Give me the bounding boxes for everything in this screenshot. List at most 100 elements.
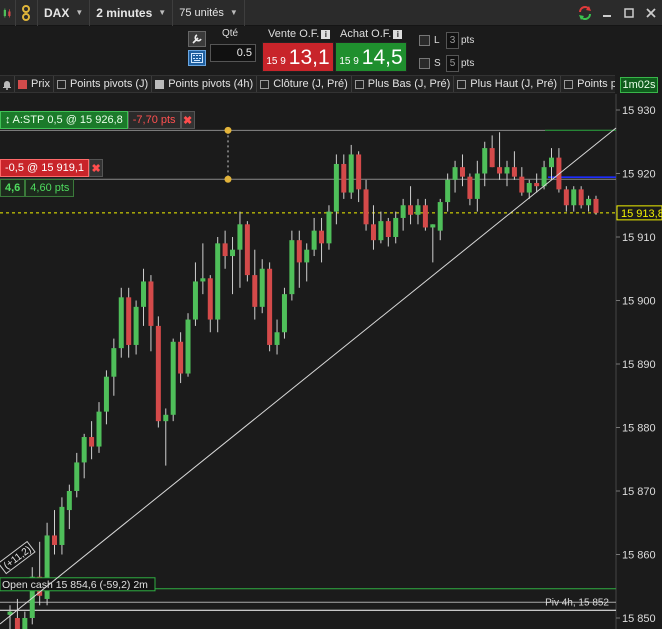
limit-checkbox[interactable] — [419, 35, 430, 46]
indicator-checkbox[interactable] — [155, 79, 165, 89]
indicator-checkbox[interactable] — [354, 79, 364, 89]
price-axis-label: 15 870 — [622, 486, 656, 498]
info-icon[interactable]: i — [321, 29, 331, 39]
candle — [170, 338, 176, 422]
candle-body — [252, 275, 258, 307]
bell-icon[interactable] — [0, 76, 15, 92]
candle — [185, 313, 191, 377]
candle-body — [489, 148, 495, 168]
candle-body — [400, 205, 406, 218]
wrench-icon[interactable] — [188, 31, 206, 47]
sell-label: Vente O.F. i — [268, 28, 331, 40]
price-axis-label: 15 880 — [622, 423, 656, 435]
candle — [289, 230, 295, 301]
indicator-toggle[interactable]: Points pivots (J) — [54, 76, 153, 92]
candle — [341, 154, 347, 199]
candle-body — [267, 268, 273, 345]
indicator-label: Prix — [31, 78, 50, 90]
candle-body — [504, 167, 510, 174]
candle — [452, 160, 458, 193]
indicator-label: Points pivots (J) — [69, 78, 149, 90]
limit-order-label[interactable]: -0,5 @ 15 919,1 ✖ — [0, 159, 104, 177]
candle — [59, 497, 65, 555]
candle-body — [52, 535, 58, 545]
candle — [103, 370, 109, 425]
candle-body — [207, 278, 213, 320]
candle-body — [200, 278, 206, 282]
stop-pts-label: pts — [461, 58, 475, 69]
close-order-icon[interactable]: ✖ — [180, 111, 195, 129]
candle — [519, 167, 525, 196]
sell-label-text: Vente O.F. — [268, 28, 320, 40]
indicator-checkbox[interactable] — [260, 79, 270, 89]
candle — [222, 230, 228, 269]
candle — [311, 217, 317, 257]
instrument-selector[interactable]: DAX ▼ — [38, 0, 91, 26]
close-order-icon[interactable]: ✖ — [89, 159, 104, 177]
trend-tag: (+11,2) — [0, 540, 36, 575]
candle-body — [126, 297, 132, 345]
candle — [304, 243, 310, 282]
candle — [504, 160, 510, 187]
candle-body — [163, 414, 169, 422]
candle — [244, 221, 250, 282]
candle — [319, 217, 325, 263]
limit-pts-input[interactable]: 3 — [446, 32, 459, 49]
indicator-checkbox[interactable] — [457, 79, 467, 89]
buy-button[interactable]: 15 9 14,5 — [335, 42, 407, 72]
refresh-icon[interactable] — [574, 0, 596, 26]
indicator-toggle[interactable]: Points pivots (4h) — [152, 76, 258, 92]
candle-body — [430, 224, 436, 228]
indicator-toggle[interactable]: Points piv — [561, 76, 615, 92]
candle-body — [356, 154, 362, 190]
units-selector[interactable]: 75 unités ▼ — [173, 0, 245, 26]
chart-type-icon[interactable] — [0, 0, 16, 26]
close-icon[interactable] — [640, 0, 662, 26]
candle-body — [244, 224, 250, 276]
candle — [593, 195, 599, 215]
candle-body — [141, 281, 147, 307]
indicator-toggle[interactable]: Plus Haut (J, Pré) — [454, 76, 562, 92]
candle — [385, 217, 391, 247]
instrument-name: DAX — [44, 5, 70, 20]
indicator-toggle[interactable]: Prix — [15, 76, 54, 92]
indicator-checkbox[interactable] — [56, 79, 66, 89]
candle — [437, 198, 443, 241]
stop-pts-input[interactable]: 5 — [446, 55, 459, 72]
pivot-label: Piv 4h, 15 852 — [545, 597, 609, 608]
limit-order-detail: -0,5 @ 15 919,1 — [0, 159, 90, 177]
info-icon[interactable]: i — [393, 29, 403, 39]
keyboard-icon[interactable] — [188, 50, 206, 66]
quantity-input[interactable] — [210, 44, 256, 62]
candle — [408, 186, 414, 225]
maximize-icon[interactable] — [618, 0, 640, 26]
limit-label: L — [434, 35, 440, 46]
sell-button[interactable]: 15 9 13,1 — [262, 42, 334, 72]
candle-body — [578, 189, 584, 206]
indicator-toggle[interactable]: Clôture (J, Pré) — [257, 76, 352, 92]
timeframe-selector[interactable]: 2 minutes ▼ — [90, 0, 174, 26]
candle-body — [541, 167, 547, 187]
candle-body — [319, 230, 325, 244]
candle — [415, 198, 421, 225]
indicator-checkbox[interactable] — [18, 79, 27, 89]
candle — [200, 243, 206, 295]
link-icon[interactable] — [16, 0, 38, 26]
candle-body — [89, 437, 95, 447]
candle-body — [445, 179, 451, 203]
candle-body — [133, 306, 139, 345]
gain-label: 4,6 4,60 pts — [0, 179, 75, 197]
indicator-toggle[interactable]: Plus Bas (J, Pré) — [352, 76, 455, 92]
stop-order-label[interactable]: ↕ A:STP 0,5 @ 15 926,8 -7,70 pts ✖ — [0, 111, 195, 129]
candle-body — [422, 205, 428, 228]
price-chart[interactable]: Piv 4h, 15 852 Open cash 15 854,6 (-59,2)… — [0, 94, 662, 629]
candle-body — [408, 205, 414, 215]
candle — [163, 408, 169, 466]
candle — [370, 205, 376, 250]
stop-checkbox[interactable] — [419, 58, 430, 69]
minimize-icon[interactable] — [596, 0, 618, 26]
candle-body — [437, 202, 443, 231]
stop-order-info[interactable]: ↕ A:STP 0,5 @ 15 926,8 — [0, 111, 128, 129]
indicator-checkbox[interactable] — [564, 79, 574, 89]
candle — [141, 268, 147, 326]
